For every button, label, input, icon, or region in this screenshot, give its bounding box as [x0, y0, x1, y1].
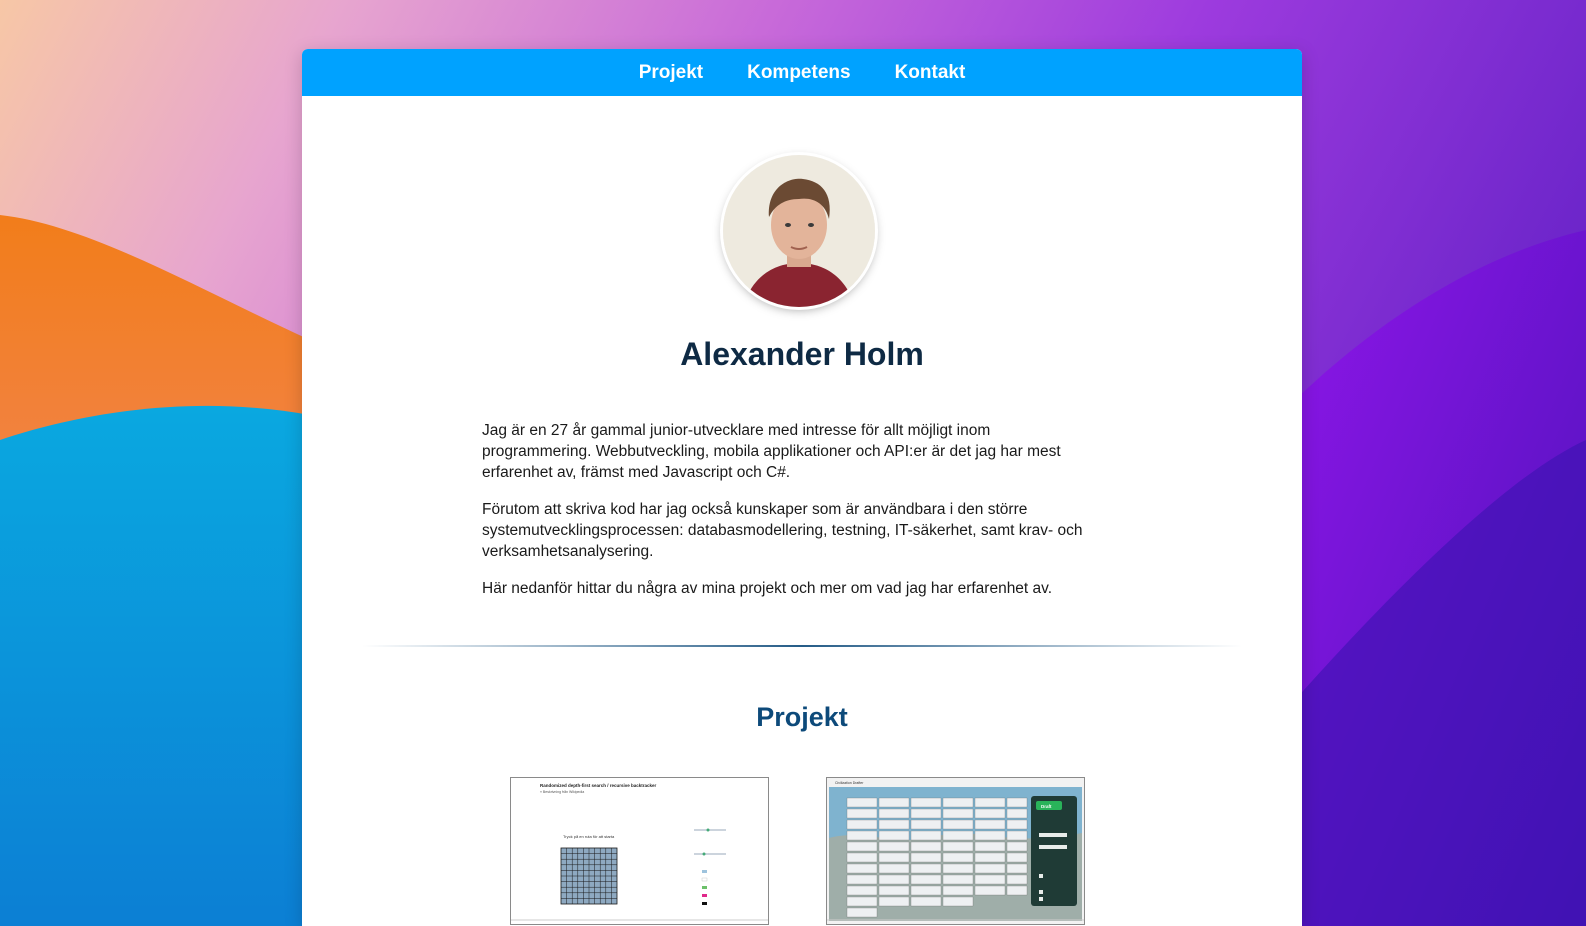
thumb-civ-draft-button: Draft — [1041, 804, 1052, 809]
nav-kompetens-link[interactable]: Kompetens — [747, 62, 850, 84]
project-thumbnail-civ-drafter[interactable]: Civilization Drafter Draft — [826, 777, 1085, 925]
profile-photo — [723, 155, 875, 307]
bio-paragraph: Förutom att skriva kod har jag också kun… — [482, 501, 1083, 560]
nav-projekt-link[interactable]: Projekt — [639, 62, 703, 84]
thumb-maze-grid — [560, 847, 618, 905]
page-card: Projekt Kompetens Kontakt Alexander Holm… — [302, 49, 1302, 926]
project-thumbnail-maze[interactable]: Randomized depth-first search / recursiv… — [510, 777, 769, 925]
thumb-civ-side-panel: Draft — [1031, 796, 1077, 906]
thumb-civ-window-title: Civilization Drafter — [835, 781, 864, 785]
thumb-maze-prompt: Tryck på en ruta för att starta — [563, 834, 615, 839]
projects-section-title: Projekt — [756, 702, 848, 732]
thumb-maze-subtitle: » Beskrivning från Wikipedia — [540, 790, 584, 794]
bio-paragraph: Här nedanför hittar du några av mina pro… — [482, 580, 1053, 597]
profile-bio: Jag är en 27 år gammal junior-utvecklare… — [482, 420, 1102, 615]
nav-kontakt-link[interactable]: Kontakt — [895, 62, 966, 84]
bio-paragraph: Jag är en 27 år gammal junior-utvecklare… — [482, 422, 1061, 481]
section-divider — [362, 645, 1242, 647]
thumb-maze-title: Randomized depth-first search / recursiv… — [540, 783, 657, 788]
top-navigation: Projekt Kompetens Kontakt — [302, 49, 1302, 96]
profile-name: Alexander Holm — [680, 336, 924, 372]
